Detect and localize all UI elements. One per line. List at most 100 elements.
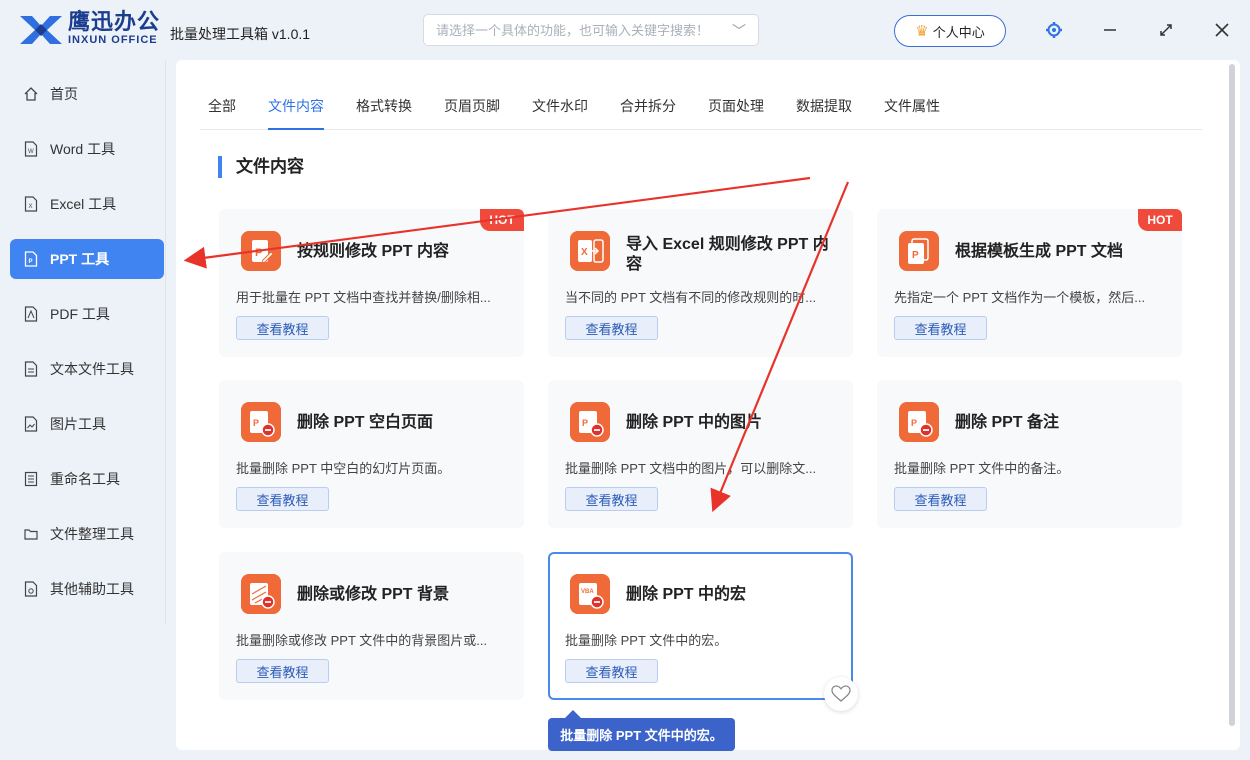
- tool-card[interactable]: HOT P 按规则修改 PPT 内容 用于批量在 PPT 文档中查找并替换/删除…: [219, 209, 524, 357]
- card-description: 先指定一个 PPT 文档作为一个模板，然后...: [894, 290, 1146, 305]
- card-title: 删除 PPT 中的宏: [626, 586, 747, 603]
- category-tabs: 全部 文件内容 格式转换 页眉页脚 文件水印 合并拆分 页面处理 数据提取 文件…: [200, 96, 1202, 130]
- sidebar-item-label: PDF 工具: [50, 306, 110, 322]
- section-title: 文件内容: [218, 156, 304, 178]
- tab-file-content[interactable]: 文件内容: [268, 96, 324, 130]
- excel-import-icon: X: [570, 231, 610, 271]
- svg-text:P: P: [255, 247, 262, 259]
- folder-icon: [24, 529, 38, 540]
- sidebar-item-label: Word 工具: [50, 141, 116, 157]
- sidebar-divider: [165, 60, 166, 625]
- sidebar-item-word[interactable]: W Word 工具: [10, 129, 164, 169]
- sidebar-item-label: PPT 工具: [50, 251, 110, 267]
- sidebar-item-organize[interactable]: 文件整理工具: [10, 514, 164, 554]
- user-center-label: 个人中心: [932, 24, 985, 40]
- tool-card[interactable]: HOT P 根据模板生成 PPT 文档 先指定一个 PPT 文档作为一个模板，然…: [877, 209, 1182, 357]
- text-file-icon: [24, 361, 38, 377]
- card-description: 用于批量在 PPT 文档中查找并替换/删除相...: [236, 290, 491, 305]
- sidebar-item-label: 首页: [50, 86, 78, 102]
- sidebar-item-label: 图片工具: [50, 416, 106, 432]
- word-file-icon: W: [24, 141, 38, 157]
- view-tutorial-button[interactable]: 查看教程: [236, 316, 329, 340]
- view-tutorial-button[interactable]: 查看教程: [236, 659, 329, 683]
- ppt-macro-icon: VBA: [570, 574, 610, 614]
- sidebar-item-rename[interactable]: 重命名工具: [10, 459, 164, 499]
- brand-name-en: INXUN OFFICE: [68, 34, 158, 46]
- close-icon[interactable]: [1210, 18, 1234, 42]
- tab-data-extract[interactable]: 数据提取: [796, 96, 852, 130]
- tab-all[interactable]: 全部: [208, 96, 236, 130]
- sidebar-item-pdf[interactable]: PDF 工具: [10, 294, 164, 334]
- sidebar-item-other[interactable]: 其他辅助工具: [10, 569, 164, 609]
- sidebar-item-label: 其他辅助工具: [50, 581, 134, 597]
- sidebar-item-image[interactable]: 图片工具: [10, 404, 164, 444]
- tab-page-processing[interactable]: 页面处理: [708, 96, 764, 130]
- sidebar-item-label: 文件整理工具: [50, 526, 134, 542]
- view-tutorial-button[interactable]: 查看教程: [236, 487, 329, 511]
- settings-gear-icon[interactable]: [1042, 18, 1066, 42]
- rename-icon: [24, 471, 38, 487]
- user-center-button[interactable]: ♛ 个人中心: [894, 15, 1006, 47]
- sidebar-item-label: 重命名工具: [50, 471, 120, 487]
- search-input[interactable]: [424, 15, 724, 45]
- view-tutorial-button[interactable]: 查看教程: [565, 659, 658, 683]
- title-bar: 鹰迅办公 INXUN OFFICE 批量处理工具箱 v1.0.1 ﹀ ♛ 个人中…: [0, 0, 1250, 60]
- card-title: 删除 PPT 备注: [955, 414, 1060, 431]
- ppt-edit-icon: P: [241, 231, 281, 271]
- maximize-icon[interactable]: [1154, 18, 1178, 42]
- scrollbar-thumb[interactable]: [1229, 64, 1235, 726]
- svg-text:VBA: VBA: [581, 589, 594, 595]
- card-title: 按规则修改 PPT 内容: [297, 243, 450, 260]
- svg-text:P: P: [912, 250, 919, 261]
- sidebar-item-home[interactable]: 首页: [10, 74, 164, 114]
- tool-card[interactable]: X 导入 Excel 规则修改 PPT 内容 当不同的 PPT 文档有不同的修改…: [548, 209, 853, 357]
- ppt-delete-icon: P: [570, 402, 610, 442]
- home-icon: [24, 87, 38, 101]
- card-description: 批量删除 PPT 文档中的图片，可以删除文...: [565, 461, 817, 476]
- tool-card-selected[interactable]: VBA 删除 PPT 中的宏 批量删除 PPT 文件中的宏。 查看教程: [548, 552, 853, 700]
- sidebar-item-label: 文本文件工具: [50, 361, 134, 377]
- brand-name: 鹰迅办公: [68, 9, 161, 34]
- sidebar-item-excel[interactable]: X Excel 工具: [10, 184, 164, 224]
- tab-header-footer[interactable]: 页眉页脚: [444, 96, 500, 130]
- sidebar-item-label: Excel 工具: [50, 196, 117, 212]
- view-tutorial-button[interactable]: 查看教程: [894, 487, 987, 511]
- search-box[interactable]: ﹀: [423, 14, 759, 46]
- sidebar-item-ppt[interactable]: P PPT 工具: [10, 239, 164, 279]
- ppt-delete-icon: P: [899, 402, 939, 442]
- minimize-icon[interactable]: [1098, 18, 1122, 42]
- svg-text:P: P: [582, 418, 588, 428]
- tab-format-convert[interactable]: 格式转换: [356, 96, 412, 130]
- inxun-logo-icon: [20, 16, 62, 44]
- card-title: 删除 PPT 中的图片: [626, 414, 763, 431]
- tab-merge-split[interactable]: 合并拆分: [620, 96, 676, 130]
- ppt-template-icon: P: [899, 231, 939, 271]
- chevron-down-icon[interactable]: ﹀: [732, 21, 746, 41]
- tool-card[interactable]: P 删除 PPT 备注 批量删除 PPT 文件中的备注。 查看教程: [877, 380, 1182, 528]
- brand: 鹰迅办公 INXUN OFFICE: [68, 9, 161, 47]
- tool-card[interactable]: P 删除 PPT 中的图片 批量删除 PPT 文档中的图片，可以删除文... 查…: [548, 380, 853, 528]
- view-tutorial-button[interactable]: 查看教程: [894, 316, 987, 340]
- svg-text:P: P: [29, 259, 33, 265]
- card-description: 当不同的 PPT 文档有不同的修改规则的时...: [565, 290, 817, 305]
- tooltip-arrow: [565, 710, 581, 718]
- tab-file-properties[interactable]: 文件属性: [884, 96, 940, 130]
- view-tutorial-button[interactable]: 查看教程: [565, 487, 658, 511]
- excel-file-icon: X: [24, 196, 38, 212]
- card-title: 导入 Excel 规则修改 PPT 内容: [626, 236, 829, 273]
- hot-badge: HOT: [480, 209, 524, 231]
- hot-badge: HOT: [1138, 209, 1182, 231]
- ppt-file-icon: P: [24, 251, 38, 267]
- ppt-delete-icon: P: [241, 402, 281, 442]
- card-description: 批量删除 PPT 中空白的幻灯片页面。: [236, 461, 451, 476]
- tool-card[interactable]: 删除或修改 PPT 背景 批量删除或修改 PPT 文件中的背景图片或... 查看…: [219, 552, 524, 700]
- favorite-heart-icon[interactable]: [824, 677, 858, 711]
- sidebar-item-text[interactable]: 文本文件工具: [10, 349, 164, 389]
- card-title: 删除或修改 PPT 背景: [297, 586, 450, 603]
- tool-card[interactable]: P 删除 PPT 空白页面 批量删除 PPT 中空白的幻灯片页面。 查看教程: [219, 380, 524, 528]
- image-file-icon: [24, 416, 38, 432]
- svg-text:X: X: [581, 247, 588, 258]
- svg-text:X: X: [29, 204, 33, 210]
- tab-watermark[interactable]: 文件水印: [532, 96, 588, 130]
- view-tutorial-button[interactable]: 查看教程: [565, 316, 658, 340]
